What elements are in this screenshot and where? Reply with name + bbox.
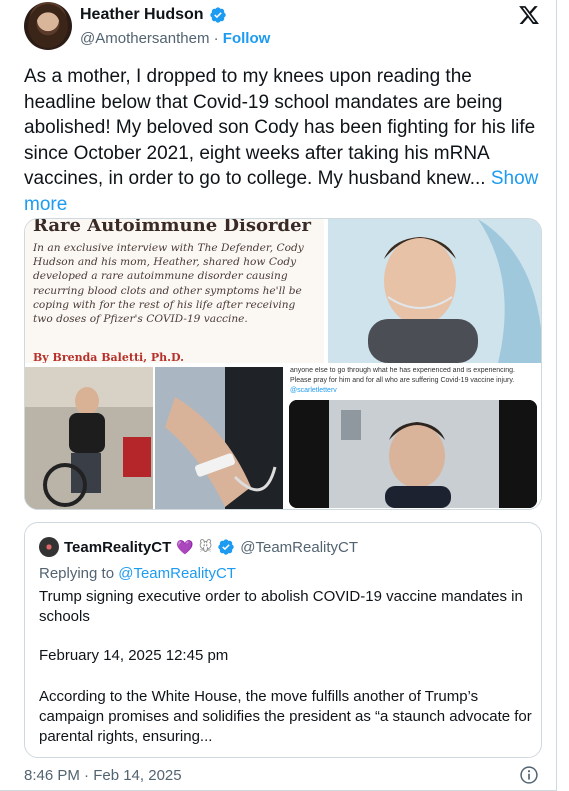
verified-badge-icon [209,7,226,23]
hospital-photo-image[interactable] [328,219,541,363]
quoted-author-emoji-heart: 💜 [176,538,194,555]
media-grid: Rare Autoimmune Disorder In an exclusive… [24,218,542,510]
verified-badge-icon [218,539,234,555]
tweet-card: Heather Hudson @Amothersanthem · Follow … [0,0,557,791]
handle-separator: · [209,30,223,47]
video-frame[interactable] [289,400,537,508]
quoted-author-name[interactable]: TeamRealityCT [64,539,171,556]
wheelchair-photo-illustration [25,367,153,509]
hospital-bracelet-photo-image[interactable] [155,367,283,509]
x-logo-icon[interactable] [518,4,540,26]
quoted-tweet-header: TeamRealityCT 💜 🐭 @TeamRealityCT [39,537,358,557]
tweet-timestamp[interactable]: 8:46 PM · Feb 14, 2025 [24,767,182,784]
article-byline: By Brenda Baletti, Ph.D. [33,351,184,363]
video-caption-tag[interactable]: @scarletletterv [290,387,337,394]
author-name[interactable]: Heather Hudson [80,6,204,24]
quoted-tweet-text: Trump signing executive order to abolish… [39,588,523,625]
replying-handle-link[interactable]: @TeamRealityCT [118,565,236,582]
video-caption-text: anyone else to go through what he has ex… [290,367,515,384]
article-heading: Rare Autoimmune Disorder [33,219,312,236]
author-handle-row: @Amothersanthem · Follow [80,30,270,47]
follow-button[interactable]: Follow [223,30,271,47]
replying-to: Replying to @TeamRealityCT [39,565,236,582]
author-handle[interactable]: @Amothersanthem [80,30,209,47]
author-avatar[interactable] [24,2,72,50]
hospital-photo-illustration [328,219,541,363]
quoted-author-avatar[interactable] [39,537,59,557]
video-frame-illustration [289,400,537,508]
author-name-row: Heather Hudson [80,6,227,24]
article-body: In an exclusive interview with The Defen… [33,242,304,326]
quoted-author-handle[interactable]: @TeamRealityCT [240,539,358,556]
quoted-author-emoji-mouse: 🐭 [198,539,213,554]
info-icon[interactable] [519,765,539,785]
quoted-tweet-paragraph: According to the White House, the move f… [39,688,532,745]
video-caption: anyone else to go through what he has ex… [290,367,538,396]
article-screenshot-image[interactable]: Rare Autoimmune Disorder In an exclusive… [25,219,324,363]
video-screenshot-image[interactable]: anyone else to go through what he has ex… [286,367,541,509]
wheelchair-photo-image[interactable] [25,367,153,509]
bracelet-photo-illustration [155,367,283,509]
quoted-tweet-date: February 14, 2025 12:45 pm [39,647,229,664]
tweet-body: As a mother, I dropped to my knees upon … [24,66,536,189]
quoted-tweet[interactable]: TeamRealityCT 💜 🐭 @TeamRealityCT Replyin… [24,522,542,758]
tweet-text: As a mother, I dropped to my knees upon … [24,64,544,217]
replying-prefix: Replying to [39,565,119,582]
